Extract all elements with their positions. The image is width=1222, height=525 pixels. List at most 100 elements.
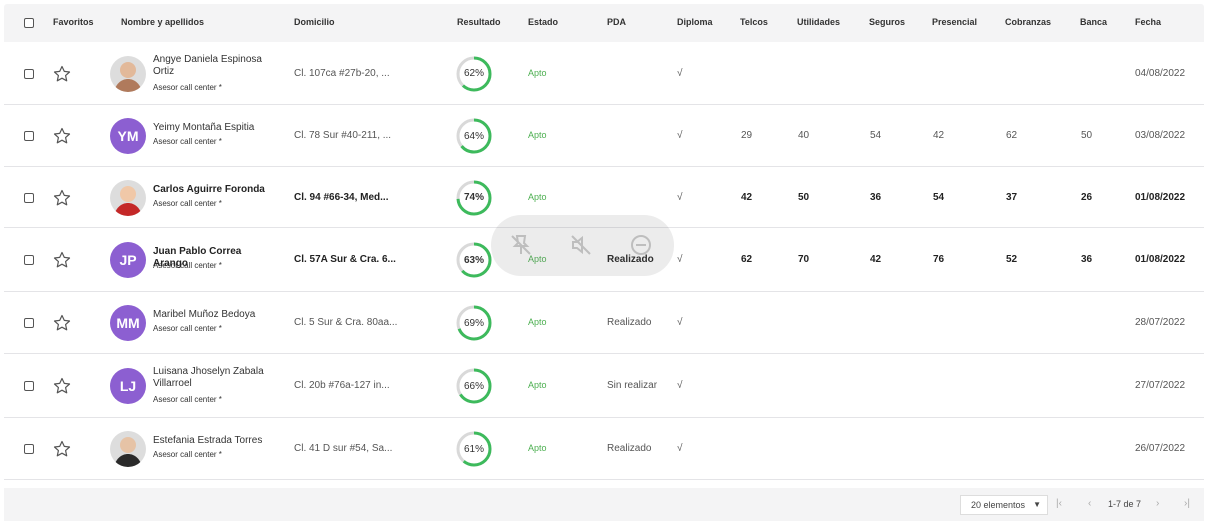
row-checkbox[interactable] — [24, 192, 34, 203]
fecha-cell: 28/07/2022 — [1135, 317, 1186, 328]
first-page-icon[interactable]: |‹ — [1056, 498, 1062, 509]
star-icon[interactable] — [53, 65, 71, 83]
presencial-cell: 76 — [933, 254, 945, 265]
status-apto: Apto — [528, 67, 547, 78]
fecha-cell: 27/07/2022 — [1135, 380, 1186, 391]
candidate-role: Asesor call center * — [153, 198, 222, 208]
col-favoritos[interactable]: Favoritos — [53, 17, 94, 27]
result-progress-ring: 64% — [455, 117, 493, 155]
col-estado[interactable]: Estado — [528, 17, 558, 27]
cobranzas-cell: 37 — [1006, 191, 1018, 203]
address-cell: Cl. 5 Sur & Cra. 80aa... — [294, 317, 398, 328]
presencial-cell: 54 — [933, 191, 945, 203]
table-row[interactable]: Angye Daniela Espinosa Ortiz Asesor call … — [4, 42, 1204, 105]
candidate-name[interactable]: Luisana Jhoselyn Zabala Villarroel — [153, 366, 278, 390]
result-percent: 64% — [463, 130, 484, 142]
table-row[interactable]: MM Maribel Muñoz Bedoya Asesor call center… — [4, 292, 1204, 354]
col-seguros[interactable]: Seguros — [869, 17, 905, 27]
pin-off-icon[interactable] — [509, 233, 533, 257]
prev-page-icon[interactable]: ‹ — [1088, 498, 1091, 509]
next-page-icon[interactable]: › — [1156, 498, 1159, 509]
candidate-name[interactable]: Estefania Estrada Torres — [153, 435, 278, 447]
last-page-icon[interactable]: ›| — [1184, 498, 1190, 509]
star-icon[interactable] — [53, 189, 71, 207]
col-domicilio[interactable]: Domicilio — [294, 17, 335, 27]
row-checkbox[interactable] — [24, 318, 34, 328]
pda-cell: Sin realizar — [607, 380, 658, 391]
fecha-cell: 01/08/2022 — [1135, 254, 1186, 265]
col-nombre[interactable]: Nombre y apellidos — [121, 17, 204, 27]
seguros-cell: 54 — [870, 130, 882, 141]
col-utilidades[interactable]: Utilidades — [797, 17, 840, 27]
result-progress-ring: 66% — [455, 367, 493, 405]
candidate-name[interactable]: Carlos Aguirre Foronda — [153, 184, 278, 196]
row-checkbox[interactable] — [24, 444, 34, 454]
page-size-select[interactable]: 20 elementos ▼ — [960, 495, 1048, 515]
utilidades-cell: 50 — [798, 191, 810, 203]
status-apto: Apto — [528, 317, 547, 327]
col-pda[interactable]: PDA — [607, 17, 626, 27]
address-cell: Cl. 78 Sur #40-211, ... — [294, 130, 392, 141]
stop-icon[interactable] — [629, 233, 653, 257]
address-cell: Cl. 41 D sur #54, Sa... — [294, 443, 393, 454]
chevron-down-icon: ▼ — [1033, 500, 1041, 509]
telcos-cell: 29 — [741, 130, 753, 141]
pagination-bar: 20 elementos ▼ |‹ ‹ 1-7 de 7 › ›| — [4, 488, 1204, 521]
result-progress-ring: 63% — [455, 241, 493, 279]
result-progress-ring: 62% — [455, 55, 493, 93]
candidate-name[interactable]: Maribel Muñoz Bedoya — [153, 309, 278, 321]
mute-icon[interactable] — [569, 233, 593, 257]
address-cell: Cl. 107ca #27b-20, ... — [294, 67, 390, 79]
row-checkbox[interactable] — [24, 68, 34, 79]
status-apto: Apto — [528, 443, 547, 453]
star-icon[interactable] — [53, 251, 71, 269]
seguros-cell: 42 — [870, 254, 882, 265]
col-banca[interactable]: Banca — [1080, 17, 1107, 27]
col-diploma[interactable]: Diploma — [677, 17, 713, 27]
diploma-check: √ — [677, 443, 683, 454]
address-cell: Cl. 57A Sur & Cra. 6... — [294, 254, 396, 265]
table-header: Favoritos Nombre y apellidos Domicilio R… — [4, 4, 1204, 42]
col-resultado[interactable]: Resultado — [457, 17, 501, 27]
fecha-cell: 03/08/2022 — [1135, 130, 1186, 141]
candidate-role: Asesor call center * — [153, 450, 222, 459]
status-apto: Apto — [528, 130, 547, 140]
diploma-check: √ — [677, 317, 683, 328]
avatar — [110, 55, 146, 92]
diploma-check: √ — [677, 254, 683, 265]
star-icon[interactable] — [53, 127, 71, 145]
star-icon[interactable] — [53, 440, 71, 458]
result-percent: 62% — [463, 68, 484, 79]
col-fecha[interactable]: Fecha — [1135, 17, 1161, 27]
select-all-checkbox[interactable] — [24, 18, 34, 28]
star-icon[interactable] — [53, 377, 71, 395]
result-percent: 61% — [463, 443, 484, 455]
col-presencial[interactable]: Presencial — [932, 17, 977, 27]
table-row[interactable]: LJ Luisana Jhoselyn Zabala Villarroel Ases… — [4, 354, 1204, 418]
page-info: 1-7 de 7 — [1108, 499, 1142, 509]
status-apto: Apto — [528, 191, 547, 202]
candidate-role: Asesor call center * — [153, 261, 222, 270]
pda-cell: Realizado — [607, 443, 652, 454]
candidate-role: Asesor call center * — [153, 82, 222, 92]
result-percent: 63% — [463, 254, 484, 266]
col-cobranzas[interactable]: Cobranzas — [1005, 17, 1051, 27]
table-row[interactable]: YM Yeimy Montaña Espitia Asesor call cente… — [4, 105, 1204, 167]
candidate-name[interactable]: Angye Daniela Espinosa Ortiz — [153, 54, 278, 78]
cobranzas-cell: 62 — [1006, 130, 1018, 141]
candidate-role: Asesor call center * — [153, 395, 222, 404]
avatar: LJ — [110, 368, 146, 404]
row-checkbox[interactable] — [24, 255, 34, 265]
row-checkbox[interactable] — [24, 131, 34, 141]
result-progress-ring: 69% — [455, 304, 493, 342]
presencial-cell: 42 — [933, 130, 945, 141]
banca-cell: 26 — [1081, 191, 1093, 203]
media-controls-overlay — [491, 215, 674, 276]
star-icon[interactable] — [53, 314, 71, 332]
row-checkbox[interactable] — [24, 381, 34, 391]
col-telcos[interactable]: Telcos — [740, 17, 768, 27]
table-row[interactable]: Estefania Estrada Torres Asesor call cent… — [4, 418, 1204, 480]
avatar: YM — [110, 118, 146, 154]
candidate-name[interactable]: Yeimy Montaña Espitia — [153, 122, 278, 134]
result-progress-ring: 74% — [455, 179, 493, 217]
